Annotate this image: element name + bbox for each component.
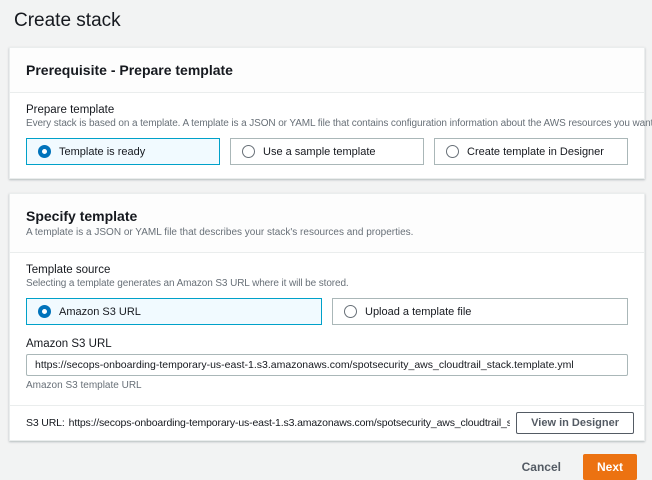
prerequisite-card-header: Prerequisite - Prepare template bbox=[10, 48, 644, 93]
s3-url-summary-row: S3 URL: https://secops-onboarding-tempora… bbox=[10, 405, 644, 440]
option-template-is-ready[interactable]: Template is ready bbox=[26, 138, 220, 165]
specify-template-card-body: Template source Selecting a template gen… bbox=[10, 253, 644, 405]
next-button[interactable]: Next bbox=[583, 454, 637, 480]
prepare-template-options: Template is ready Use a sample template … bbox=[26, 138, 628, 165]
s3-url-value: https://secops-onboarding-temporary-us-e… bbox=[69, 417, 511, 429]
prerequisite-card-title: Prerequisite - Prepare template bbox=[26, 62, 628, 79]
option-upload-template-file[interactable]: Upload a template file bbox=[332, 298, 628, 325]
amazon-s3-url-input[interactable] bbox=[26, 354, 628, 376]
option-label: Use a sample template bbox=[263, 146, 376, 158]
option-label: Create template in Designer bbox=[467, 146, 604, 158]
option-create-template-in-designer[interactable]: Create template in Designer bbox=[434, 138, 628, 165]
radio-selected-icon[interactable] bbox=[38, 305, 51, 318]
specify-template-card-header: Specify template A template is a JSON or… bbox=[10, 194, 644, 253]
page-title: Create stack bbox=[14, 9, 652, 33]
prerequisite-card: Prerequisite - Prepare template Prepare … bbox=[9, 47, 645, 179]
prepare-template-label: Prepare template bbox=[26, 103, 628, 117]
s3-url-summary-text: S3 URL: https://secops-onboarding-tempora… bbox=[26, 417, 510, 429]
view-in-designer-button[interactable]: View in Designer bbox=[516, 412, 634, 434]
footer-actions: Cancel Next bbox=[0, 441, 652, 480]
amazon-s3-url-label: Amazon S3 URL bbox=[26, 337, 628, 351]
option-use-sample-template[interactable]: Use a sample template bbox=[230, 138, 424, 165]
template-source-description: Selecting a template generates an Amazon… bbox=[26, 278, 628, 290]
specify-template-card: Specify template A template is a JSON or… bbox=[9, 193, 645, 441]
cancel-button[interactable]: Cancel bbox=[522, 460, 561, 474]
specify-template-card-title: Specify template bbox=[26, 208, 628, 225]
radio-selected-icon[interactable] bbox=[38, 145, 51, 158]
radio-unselected-icon[interactable] bbox=[242, 145, 255, 158]
option-label: Template is ready bbox=[59, 146, 145, 158]
option-label: Upload a template file bbox=[365, 306, 471, 318]
prerequisite-card-body: Prepare template Every stack is based on… bbox=[10, 93, 644, 178]
option-amazon-s3-url[interactable]: Amazon S3 URL bbox=[26, 298, 322, 325]
radio-unselected-icon[interactable] bbox=[446, 145, 459, 158]
amazon-s3-url-helper: Amazon S3 template URL bbox=[26, 380, 628, 392]
prepare-template-description: Every stack is based on a template. A te… bbox=[26, 118, 628, 130]
s3-url-prefix-label: S3 URL: bbox=[26, 417, 65, 429]
option-label: Amazon S3 URL bbox=[59, 306, 141, 318]
template-source-options: Amazon S3 URL Upload a template file bbox=[26, 298, 628, 325]
template-source-label: Template source bbox=[26, 263, 628, 277]
radio-unselected-icon[interactable] bbox=[344, 305, 357, 318]
specify-template-card-subtitle: A template is a JSON or YAML file that d… bbox=[26, 227, 628, 239]
